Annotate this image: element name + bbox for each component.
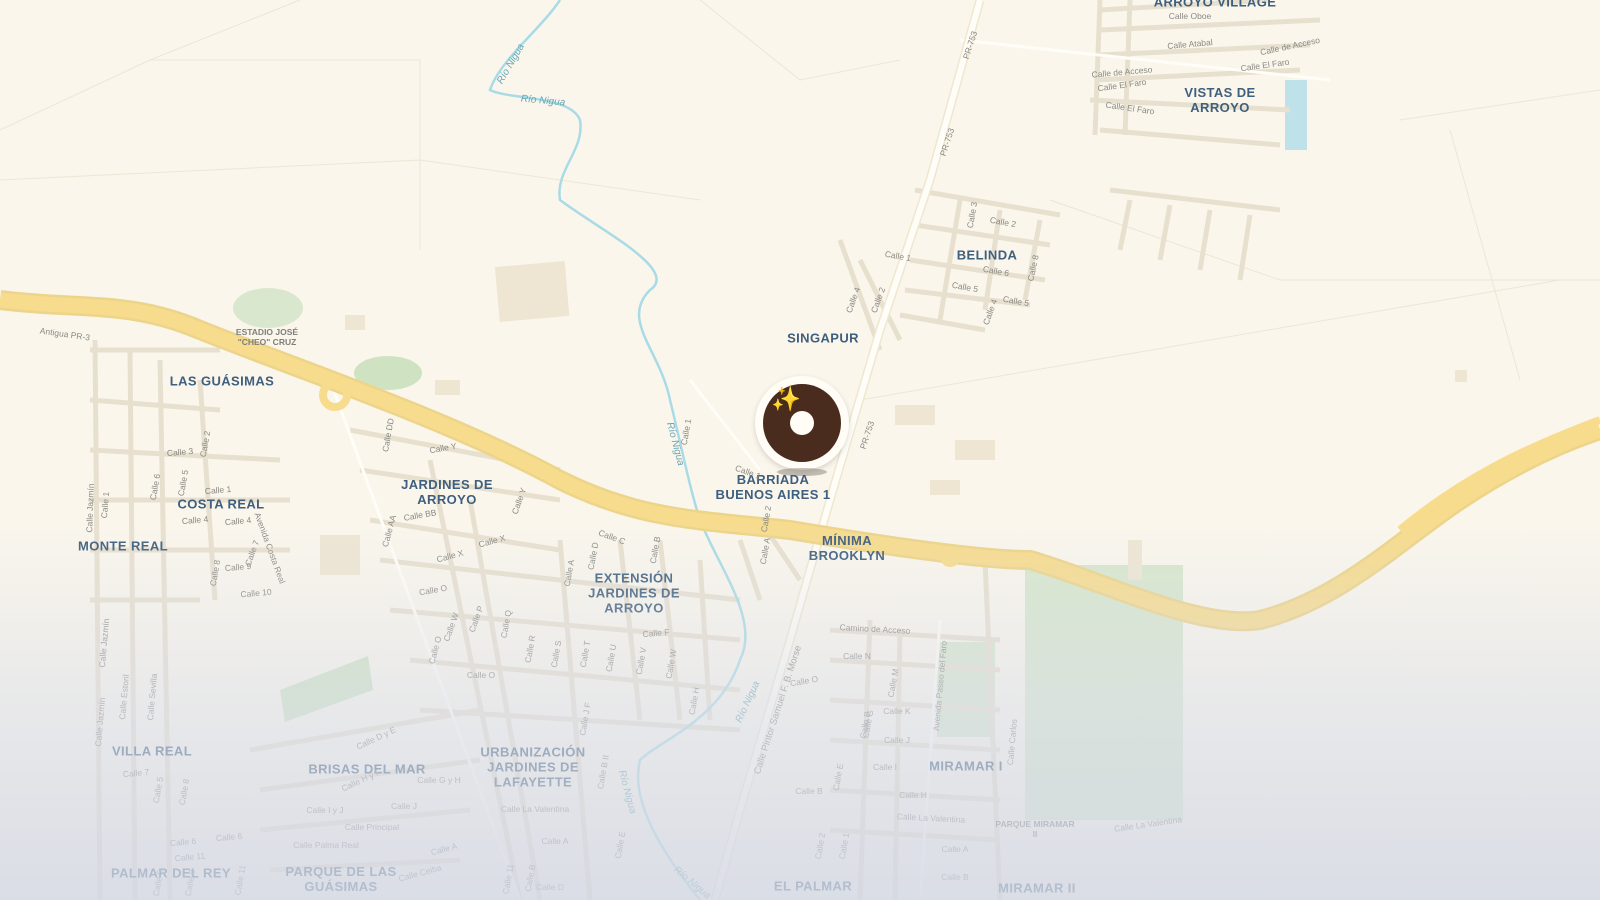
street-label: Calle G y H <box>417 775 461 785</box>
street-label: Calle I y J <box>306 805 344 815</box>
street-label: Calle J <box>391 801 417 811</box>
label-minima-brooklyn: MÍNIMA BROOKLYN <box>808 533 886 563</box>
label-vistas-de-arroyo: VISTAS DE ARROYO <box>1184 85 1256 115</box>
label-costa-real: COSTA REAL <box>177 496 265 512</box>
street-label: Calle Principal <box>344 822 400 832</box>
poi-estadio: ESTADIO JOSÉ "CHEO" CRUZ <box>235 327 299 347</box>
poi-parque-miramar: PARQUE MIRAMAR II <box>995 819 1075 839</box>
label-monte-real: MONTE REAL <box>78 538 168 554</box>
label-el-palmar: EL PALMAR <box>773 878 853 894</box>
label-parque-de-las-guasimas: PARQUE DE LAS GUÁSIMAS <box>285 864 397 894</box>
building-blocks <box>320 261 1467 580</box>
label-singapur: SINGAPUR <box>787 330 859 346</box>
street-label: Calle J <box>884 735 910 745</box>
road-label-la-valentina: Calle La Valentina <box>500 804 570 814</box>
street-label: Calle Jazmín <box>84 483 96 533</box>
street-label: Calle B <box>795 786 823 796</box>
sparkles-icon: ✨ <box>771 386 801 413</box>
street-label: Calle I <box>872 762 898 772</box>
street-label: Calle D <box>536 882 564 892</box>
street-label: Calle A <box>941 844 969 854</box>
label-urbanizacion-lafayette: URBANIZACIÓN JARDINES DE LAFAYETTE <box>480 744 586 790</box>
street-label: Calle O <box>466 670 496 680</box>
street-label: Calle B <box>941 872 969 882</box>
label-villa-real: VILLA REAL <box>111 743 193 759</box>
label-arroyo-village: ARROYO VILLAGE <box>1153 0 1277 10</box>
street-label: Calle Oboe <box>1168 11 1212 21</box>
street-label: Calle N <box>843 651 871 661</box>
label-miramar-i: MIRAMAR I <box>929 758 1003 774</box>
marker-shadow <box>777 468 827 476</box>
marker-center <box>790 411 814 435</box>
street-label: Calle K <box>883 706 911 716</box>
label-jardines-de-arroyo: JARDINES DE ARROYO <box>401 477 493 507</box>
label-extension-jardines: EXTENSIÓN JARDINES DE ARROYO <box>588 570 680 616</box>
label-palmar-del-rey: PALMAR DEL REY <box>111 865 231 881</box>
label-belinda: BELINDA <box>956 247 1018 263</box>
street-label: Calle Palma Real <box>293 840 359 850</box>
map-canvas[interactable]: ARROYO VILLAGE VISTAS DE ARROYO BELINDA … <box>0 0 1600 900</box>
label-barriada-buenos-aires: BARRIADA BUENOS AIRES 1 <box>715 472 831 502</box>
label-las-guasimas: LAS GUÁSIMAS <box>169 373 275 389</box>
label-miramar-ii: MIRAMAR II <box>998 880 1076 896</box>
selected-location-marker[interactable]: ✨ <box>755 376 849 476</box>
street-label: Calle H <box>899 790 927 800</box>
street-label: Calle A <box>541 836 569 846</box>
